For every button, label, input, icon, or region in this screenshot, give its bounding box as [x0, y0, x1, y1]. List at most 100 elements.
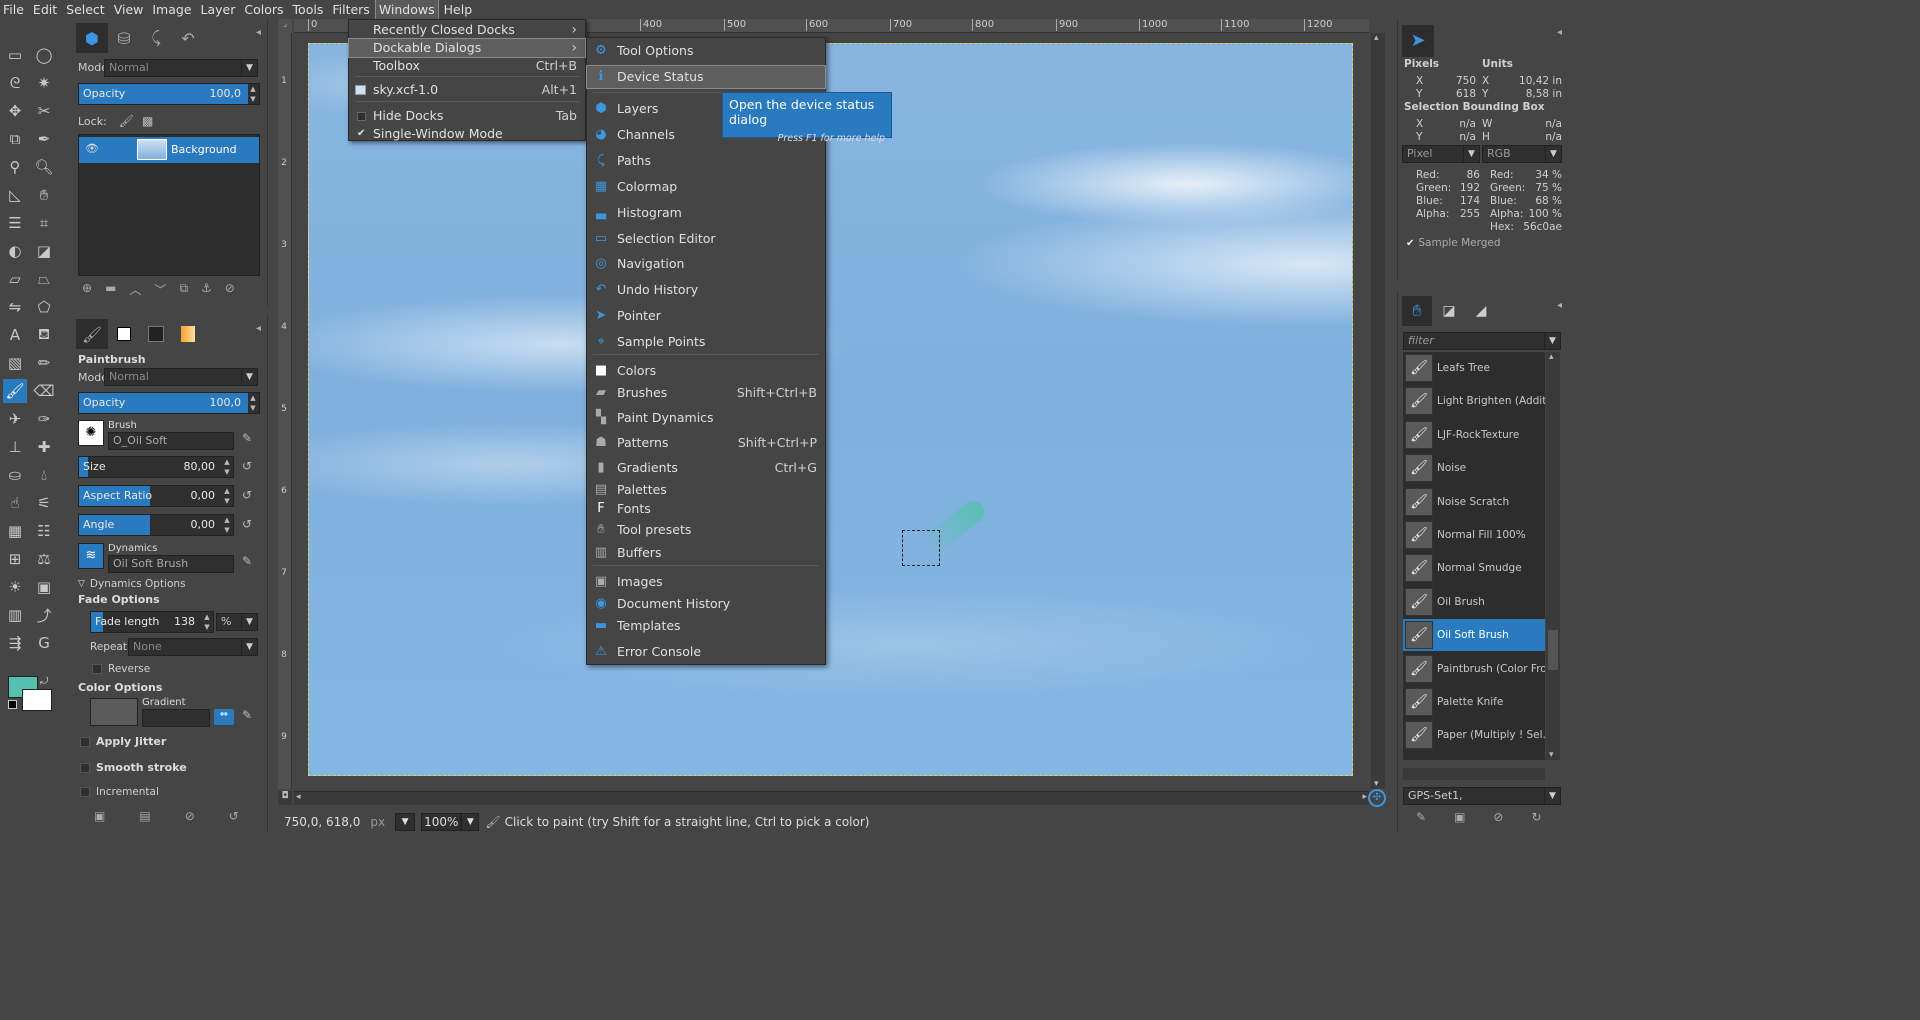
panel-menu-icon[interactable]: ◂ — [256, 27, 261, 38]
dockable-dialog-item[interactable]: ▥ Buffers — [587, 542, 825, 564]
dockable-dialog-item[interactable]: ▦ Colormap — [587, 176, 825, 198]
tool-opacity-slider[interactable]: Opacity 100,0 ▲ ▼ — [78, 392, 260, 414]
brush-list-hscrollbar[interactable] — [1403, 768, 1545, 780]
lock-alpha-icon[interactable]: ▩ — [142, 114, 153, 128]
scroll-left-icon[interactable]: ◂ — [296, 792, 301, 802]
reset-colors-icon[interactable] — [8, 700, 17, 709]
fade-unit-select[interactable]: % ▼ — [216, 613, 258, 631]
crop-icon[interactable]: ⌗ — [32, 211, 56, 235]
new-layer-icon[interactable]: ⊕ — [82, 281, 92, 298]
dockable-dialog-item[interactable]: ▭ Selection Editor — [587, 228, 825, 250]
ink-icon[interactable]: ✑ — [32, 407, 56, 431]
background-color-swatch[interactable] — [22, 689, 52, 711]
brush-name-field[interactable]: O_Oil Soft — [108, 432, 234, 450]
scroll-down-icon[interactable]: ▾ — [1374, 779, 1379, 789]
dockable-dialog-item[interactable]: ⚙ Tool Options — [587, 40, 825, 62]
delete-layer-icon[interactable]: ⊘ — [225, 281, 235, 298]
dynamics-preview[interactable]: ≋ — [78, 543, 104, 569]
curves-icon[interactable]: ⊞ — [3, 547, 27, 571]
menu-select[interactable]: Select — [63, 0, 108, 19]
dockable-dialog-item[interactable]: ⤹ Paths — [587, 150, 825, 172]
dockable-dialog-item[interactable]: ▰ Brushes Shift+Ctrl+B — [587, 382, 825, 404]
spin-arrows-icon[interactable]: ▲ ▼ — [247, 84, 259, 104]
dockable-dialog-item[interactable]: ⌖ Sample Points — [587, 331, 825, 353]
gegl-icon[interactable]: G — [32, 631, 56, 655]
gradient-preview[interactable] — [90, 698, 138, 726]
brush-list-scrollbar[interactable]: ▴ ▾ — [1546, 352, 1560, 760]
menu-layer[interactable]: Layer — [198, 0, 239, 19]
dynamics-name-field[interactable]: Oil Soft Brush — [108, 555, 234, 573]
dockable-dialog-item[interactable]: F Fonts — [587, 498, 825, 520]
menu-tools[interactable]: Tools — [290, 0, 327, 19]
tool-options-tab-icon[interactable]: 🖌︎ — [76, 319, 108, 349]
lower-layer-icon[interactable]: ﹀ — [154, 281, 166, 298]
windows-menu-item[interactable]: Recently Closed Docks › — [349, 21, 585, 39]
heal-icon[interactable]: ✚ — [32, 435, 56, 459]
pencil-icon[interactable]: ✏ — [32, 351, 56, 375]
windows-menu-item[interactable]: Dockable Dialogs › — [348, 38, 586, 58]
repeat-select[interactable]: None ▼ — [128, 638, 258, 656]
brushes-tab-icon[interactable]: ◢ — [1466, 296, 1496, 326]
scissors-icon[interactable]: ✂ — [32, 99, 56, 123]
color-picker-icon[interactable]: ⚲ — [3, 155, 27, 179]
color-balance-icon[interactable]: ⚖ — [32, 547, 56, 571]
eraser-icon[interactable]: ⌫ — [32, 379, 56, 403]
reset-aspect-icon[interactable]: ↺ — [242, 488, 252, 502]
panel-menu-icon[interactable]: ◂ — [256, 323, 261, 334]
windows-menu-item[interactable]: Single-Window Mode ✔ — [349, 125, 585, 143]
lock-pixels-icon[interactable]: 🖌︎ — [119, 114, 134, 128]
perspective-icon[interactable]: ⏢ — [32, 267, 56, 291]
menu-help[interactable]: Help — [441, 0, 476, 19]
reverse-gradient-icon[interactable]: ⇔ — [214, 709, 234, 725]
reset-size-icon[interactable]: ↺ — [242, 459, 252, 473]
new-preset-icon[interactable]: ▣ — [1454, 810, 1465, 824]
dockable-dialog-item[interactable]: ▮ Gradients Ctrl+G — [587, 457, 825, 479]
layer-row[interactable]: 👁︎ Background — [79, 137, 259, 163]
fuzzy-select-icon[interactable]: ✷ — [32, 71, 56, 95]
vertical-scrollbar[interactable]: ▴ ▾ — [1371, 33, 1385, 789]
edit-brush-icon[interactable]: ✎ — [242, 431, 252, 445]
path-tool-icon[interactable]: ✒ — [32, 127, 56, 151]
curve-icon[interactable]: ⤴ — [32, 603, 56, 627]
swap-colors-icon[interactable]: ⤾ — [40, 676, 48, 687]
unit-select-chevron-icon[interactable]: ▼ — [395, 813, 416, 831]
dynamics-tab-icon[interactable]: ◪ — [1434, 296, 1464, 326]
dockable-dialog-item[interactable]: ■ Colors — [587, 360, 825, 382]
reset-angle-icon[interactable]: ↺ — [242, 517, 252, 531]
smudge-icon[interactable]: ☝ — [3, 491, 27, 515]
scale-icon[interactable]: ◪ — [32, 239, 56, 263]
rotate-icon[interactable]: ◐ — [3, 239, 27, 263]
scroll-right-icon[interactable]: ▸ — [1362, 792, 1367, 802]
threshold-icon[interactable]: ⇶ — [3, 631, 27, 655]
brush-preset-item[interactable]: 🖌︎ Noise Scratch — [1403, 486, 1545, 518]
dynamics-options-expander[interactable]: ▽ Dynamics Options — [78, 578, 186, 590]
refresh-presets-icon[interactable]: ↻ — [1531, 810, 1541, 824]
anchor-layer-icon[interactable]: ⚓︎ — [201, 281, 212, 298]
gradient-name-field[interactable] — [142, 709, 210, 727]
edit-dynamics-icon[interactable]: ✎ — [242, 554, 252, 568]
dockable-dialog-item[interactable]: ☗ Patterns Shift+Ctrl+P — [587, 432, 825, 454]
menu-image[interactable]: Image — [149, 0, 194, 19]
bucket-fill-icon[interactable]: ⛾ — [32, 323, 56, 347]
apply-jitter-row[interactable]: Apply Jitter — [80, 735, 166, 748]
menu-file[interactable]: File — [0, 0, 27, 19]
panel-menu-icon[interactable]: ◂ — [1557, 300, 1562, 311]
histogram-icon[interactable]: ▥ — [3, 603, 27, 627]
sample-merged-row[interactable]: ✔ Sample Merged — [1406, 237, 1501, 249]
brush-preview[interactable]: ✺ — [78, 420, 104, 446]
incremental-checkbox[interactable] — [80, 787, 90, 797]
dockable-dialog-item[interactable]: ▚ Paint Dynamics — [587, 407, 825, 429]
image-icon[interactable]: ▣ — [32, 575, 56, 599]
text-icon[interactable]: A — [3, 323, 27, 347]
blend-icon[interactable]: ▧ — [3, 351, 27, 375]
foreground-select-icon[interactable]: ⧉ — [3, 127, 27, 151]
brush-preset-item[interactable]: 🖌︎ Normal Fill 100% — [1403, 519, 1545, 551]
dockable-dialog-item[interactable]: ▃ Histogram — [587, 202, 825, 224]
hide-docks-checkbox[interactable] — [357, 112, 366, 121]
spin-arrows-icon[interactable]: ▲ ▼ — [221, 515, 233, 535]
zoom-select-chevron-icon[interactable]: ▼ — [461, 813, 480, 831]
brush-preset-item[interactable]: 🖌︎ Leafs Tree — [1403, 352, 1545, 384]
dockable-dialog-item[interactable]: ▣ Images — [587, 571, 825, 593]
brush-preset-item[interactable]: 🖌︎ Normal Smudge — [1403, 552, 1545, 584]
move-icon[interactable]: ✥ — [3, 99, 27, 123]
